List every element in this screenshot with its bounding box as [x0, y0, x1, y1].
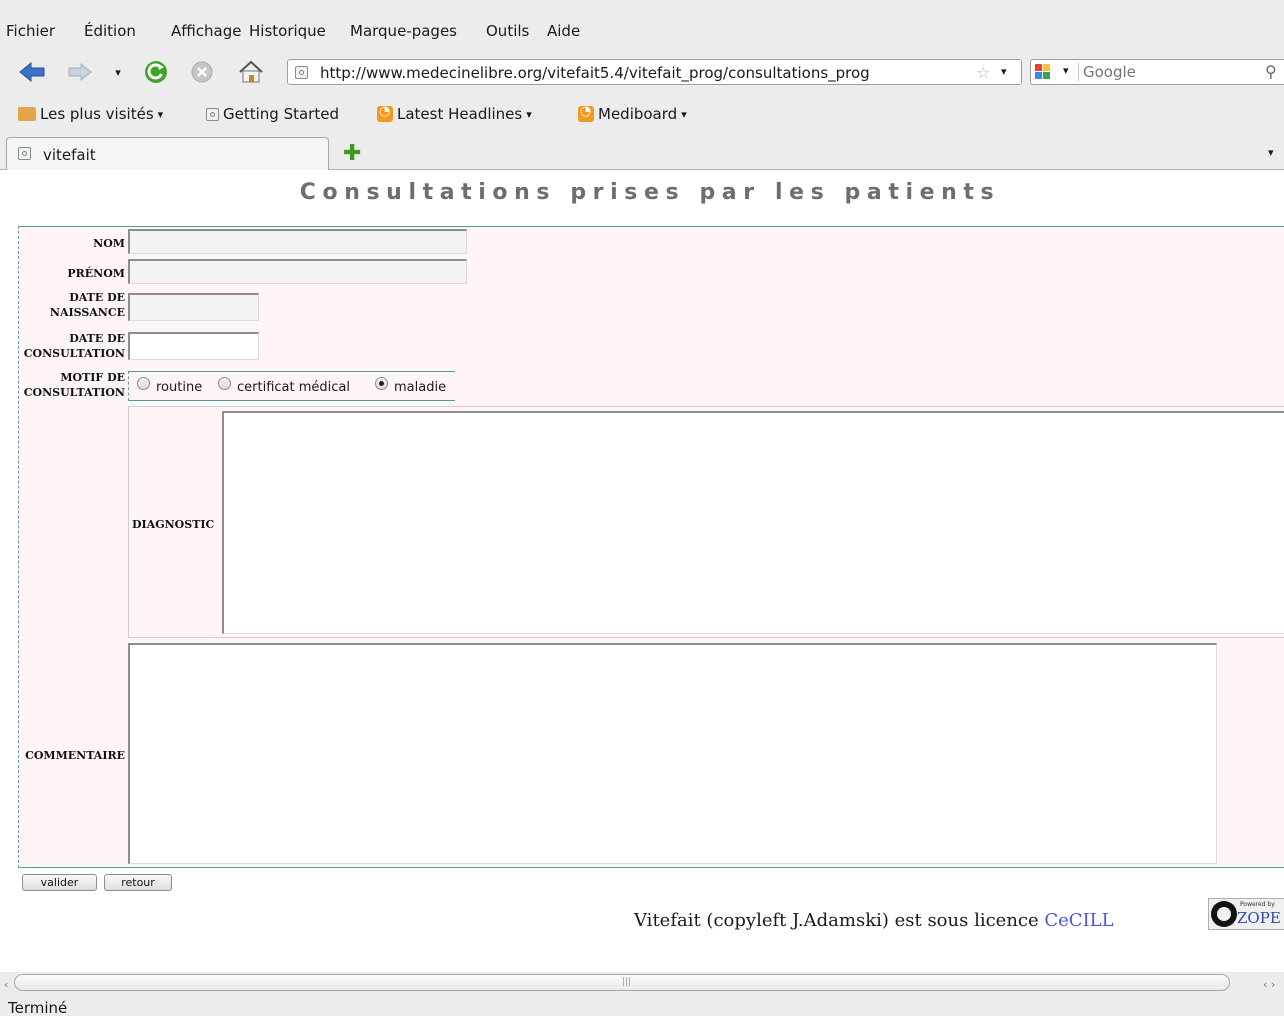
site-identity-icon[interactable] — [295, 66, 308, 79]
nom-field[interactable] — [128, 229, 467, 254]
motif-maladie-radio[interactable] — [375, 377, 388, 390]
date-naissance-label-line1: DATE DE — [69, 291, 125, 304]
license-footer: Vitefait (copyleft J.Adamski) est sous l… — [634, 910, 1114, 931]
powered-by-zope-badge[interactable]: Powered by ZOPE — [1208, 898, 1284, 930]
chevron-down-icon: ▾ — [115, 65, 121, 79]
search-icon[interactable]: ⚲ — [1265, 62, 1277, 81]
tab-title: vitefait — [43, 146, 96, 164]
stop-icon — [191, 61, 213, 83]
date-naissance-field[interactable] — [128, 293, 259, 321]
bookmark-most-visited[interactable]: Les plus visités ▾ — [18, 105, 163, 123]
rss-feed-icon — [377, 104, 393, 122]
bookmark-getting-started[interactable]: Getting Started — [206, 105, 339, 123]
url-history-dropdown-icon[interactable]: ▾ — [1001, 65, 1007, 78]
home-button[interactable] — [234, 56, 268, 88]
commentaire-label: COMMENTAIRE — [25, 749, 125, 762]
scrollbar-grip-icon: ||| — [622, 977, 632, 987]
retour-button[interactable]: retour — [104, 874, 172, 891]
motif-label: MOTIF DE CONSULTATION — [18, 370, 125, 400]
menu-history[interactable]: Historique — [249, 22, 326, 40]
url-text[interactable]: http://www.medecinelibre.org/vitefait5.4… — [320, 64, 870, 82]
home-icon — [239, 60, 263, 83]
status-bar — [0, 994, 1284, 1016]
date-consultation-label: DATE DE CONSULTATION — [18, 331, 125, 361]
folder-icon — [18, 107, 36, 121]
zope-logo-icon — [1211, 901, 1237, 927]
url-bar[interactable]: http://www.medecinelibre.org/vitefait5.4… — [287, 59, 1022, 85]
diagnostic-label: DIAGNOSTIC — [132, 518, 215, 531]
chevron-down-icon: ▾ — [526, 107, 532, 121]
menu-tools[interactable]: Outils — [486, 22, 529, 40]
rss-feed-icon — [578, 104, 594, 122]
bookmark-mediboard[interactable]: Mediboard ▾ — [578, 104, 687, 123]
motif-routine-radio[interactable] — [137, 377, 150, 390]
stop-button[interactable] — [186, 56, 218, 88]
diagnostic-textarea[interactable] — [222, 411, 1284, 634]
prenom-label: PRÉNOM — [67, 267, 125, 280]
bookmark-mediboard-label: Mediboard — [598, 105, 678, 123]
back-arrow-icon — [19, 61, 45, 83]
bookmark-latest-headlines[interactable]: Latest Headlines ▾ — [377, 104, 532, 123]
menu-help[interactable]: Aide — [547, 22, 580, 40]
date-naissance-label: DATE DE NAISSANCE — [18, 290, 125, 320]
google-engine-icon — [1035, 64, 1050, 79]
menu-file[interactable]: Fichier — [6, 22, 55, 40]
chevron-down-icon: ▾ — [681, 107, 687, 121]
cecill-link[interactable]: CeCILL — [1044, 910, 1113, 931]
menu-edit[interactable]: Édition — [84, 22, 136, 40]
bookmark-getting-started-label: Getting Started — [223, 105, 339, 123]
zope-badge-tagline: Powered by — [1240, 901, 1275, 908]
chevron-down-icon: ▾ — [157, 107, 164, 121]
date-consultation-field[interactable] — [128, 332, 259, 360]
date-naissance-label-line2: NAISSANCE — [49, 306, 125, 319]
motif-label-line2: CONSULTATION — [23, 386, 125, 399]
motif-certificat-label[interactable]: certificat médical — [237, 380, 350, 395]
search-engine-selector[interactable]: ▾ — [1034, 63, 1079, 81]
tab-list-dropdown-icon[interactable]: ▾ — [1268, 146, 1274, 159]
commentaire-textarea[interactable] — [128, 643, 1217, 864]
motif-label-line1: MOTIF DE — [60, 371, 125, 384]
chevron-down-icon: ▾ — [1063, 64, 1069, 77]
reload-button[interactable] — [140, 56, 172, 88]
menu-bar: Fichier Édition Affichage Historique Mar… — [0, 0, 1284, 40]
zope-badge-text: ZOPE — [1237, 909, 1281, 927]
back-button[interactable] — [16, 56, 48, 88]
menu-view[interactable]: Affichage — [171, 22, 241, 40]
valider-button[interactable]: valider — [22, 874, 97, 891]
date-consultation-label-line2: CONSULTATION — [23, 347, 125, 360]
new-tab-button[interactable]: ✚ — [343, 141, 361, 166]
menu-bookmarks[interactable]: Marque-pages — [350, 22, 457, 40]
scroll-left-arrow-icon[interactable]: ‹ — [4, 978, 8, 991]
tab-vitefait[interactable]: vitefait — [6, 137, 329, 170]
forward-arrow-icon — [68, 62, 92, 82]
bookmark-latest-headlines-label: Latest Headlines — [397, 105, 523, 123]
page-icon — [206, 107, 219, 121]
license-text: Vitefait (copyleft J.Adamski) est sous l… — [634, 910, 1045, 931]
date-consultation-label-line1: DATE DE — [69, 332, 125, 345]
bookmark-star-icon[interactable]: ☆ — [976, 63, 990, 82]
prenom-field[interactable] — [128, 259, 467, 284]
search-bar: ▾ — [1030, 59, 1284, 85]
page-icon — [18, 147, 31, 160]
motif-routine-label[interactable]: routine — [156, 380, 202, 395]
bookmark-most-visited-label: Les plus visités — [40, 105, 154, 123]
history-dropdown-button[interactable]: ▾ — [108, 56, 128, 88]
motif-certificat-radio[interactable] — [218, 377, 231, 390]
search-input[interactable] — [1083, 62, 1253, 82]
forward-button[interactable] — [64, 56, 96, 88]
reload-icon — [145, 61, 167, 83]
motif-maladie-label[interactable]: maladie — [394, 380, 446, 395]
nom-label: NOM — [93, 237, 125, 250]
page-title: Consultations prises par les patients — [299, 180, 1001, 205]
scroll-right-arrow-icon[interactable]: ‹ › — [1263, 978, 1275, 991]
status-text: Terminé — [8, 999, 68, 1017]
